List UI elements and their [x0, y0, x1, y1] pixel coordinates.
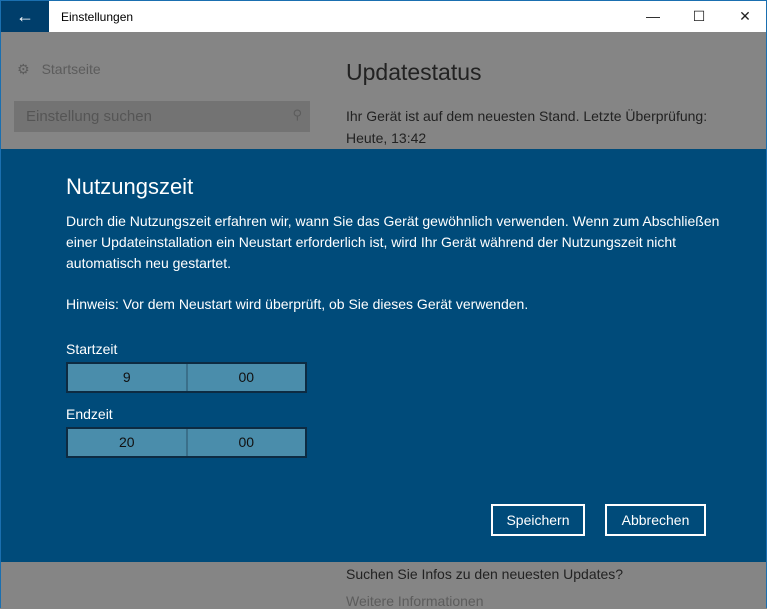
minimize-icon: —	[646, 8, 660, 24]
arrow-left-icon: ←	[16, 6, 34, 26]
more-info-link[interactable]: Weitere Informationen	[346, 593, 483, 609]
end-time-picker[interactable]: 20 00	[66, 427, 307, 458]
start-hour[interactable]: 9	[68, 364, 188, 391]
maximize-button[interactable]: ☐	[676, 1, 722, 32]
close-button[interactable]: ✕	[722, 1, 767, 32]
save-button[interactable]: Speichern	[491, 504, 585, 536]
dialog-description: Durch die Nutzungszeit erfahren wir, wan…	[66, 213, 720, 271]
search-icon: ⚲	[292, 107, 302, 122]
end-minute[interactable]: 00	[188, 429, 306, 456]
info-question: Suchen Sie Infos zu den neuesten Updates…	[346, 566, 624, 582]
title-bar: ← Einstellungen — ☐ ✕	[1, 1, 766, 32]
back-button[interactable]: ←	[1, 1, 49, 32]
window-title: Einstellungen	[61, 10, 134, 24]
gear-icon: ⚙	[17, 61, 30, 77]
start-time-picker[interactable]: 9 00	[66, 362, 307, 393]
end-time-label: Endzeit	[66, 406, 113, 422]
dialog-title: Nutzungszeit	[66, 174, 194, 199]
dialog-hint: Hinweis: Vor dem Neustart wird überprüft…	[66, 296, 529, 312]
maximize-icon: ☐	[692, 8, 706, 24]
page-title: Updatestatus	[346, 59, 482, 85]
end-hour[interactable]: 20	[68, 429, 188, 456]
close-icon: ✕	[739, 8, 751, 24]
start-minute[interactable]: 00	[188, 364, 306, 391]
active-hours-dialog: Nutzungszeit Durch die Nutzungszeit erfa…	[1, 149, 766, 562]
start-time-label: Startzeit	[66, 341, 118, 357]
minimize-button[interactable]: —	[630, 1, 676, 32]
sidebar-home[interactable]: ⚙ Startseite	[17, 61, 113, 78]
search-input[interactable]: Einstellung suchen ⚲	[14, 101, 310, 132]
update-status-text: Ihr Gerät ist auf dem neuesten Stand. Le…	[346, 108, 708, 146]
cancel-button[interactable]: Abbrechen	[605, 504, 706, 536]
